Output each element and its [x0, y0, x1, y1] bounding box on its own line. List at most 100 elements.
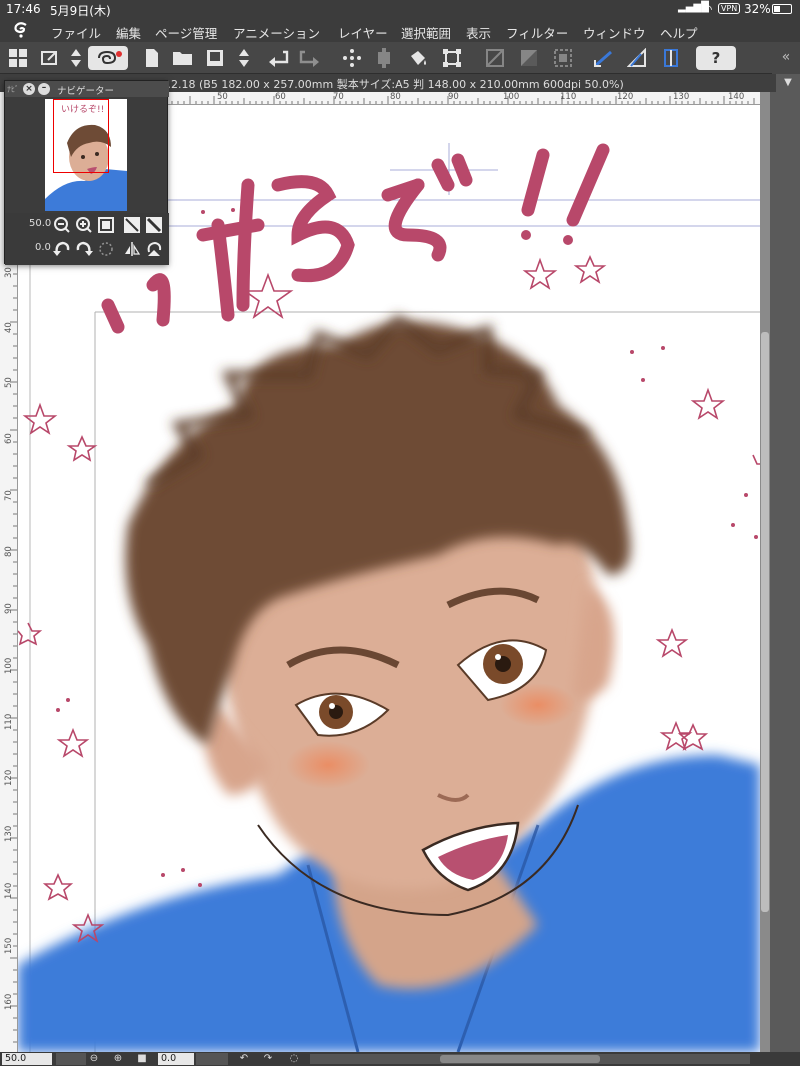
ruler-label: 120: [4, 769, 14, 786]
ruler-label: 140: [4, 882, 14, 899]
navigator-controls: 50.0 0.0: [5, 213, 169, 265]
flip-vertical-icon[interactable]: [145, 240, 163, 258]
ruler-label: 90: [448, 92, 459, 102]
horizontal-scroll-thumb[interactable]: [440, 1055, 600, 1063]
rotate-left-icon[interactable]: ↶: [238, 1053, 250, 1065]
menu-layer[interactable]: レイヤー: [338, 23, 388, 42]
menu-view[interactable]: 表示: [466, 23, 491, 42]
reset-rotation-icon[interactable]: [97, 240, 115, 258]
tab-dropdown-icon[interactable]: ▼: [776, 74, 800, 92]
actual-size-icon[interactable]: [145, 216, 163, 234]
close-icon[interactable]: ×: [23, 83, 35, 95]
ruler-label: 60: [275, 92, 286, 102]
menu-bar: ファイル 編集 ページ管理 アニメーション レイヤー 選択範囲 表示 フィルター…: [0, 18, 800, 42]
navigator-header[interactable]: ﾅﾋﾞ × – ナビゲーター: [5, 81, 169, 97]
ruler-label: 160: [4, 993, 14, 1010]
status-time: 17:46: [6, 2, 41, 16]
transform-icon[interactable]: [340, 46, 364, 70]
undo-icon[interactable]: [266, 46, 290, 70]
zoom-in-icon[interactable]: ⊕: [112, 1053, 124, 1065]
mesh-icon[interactable]: [372, 46, 396, 70]
rotate-right-icon[interactable]: ↷: [262, 1053, 274, 1065]
battery-level: 32%: [744, 2, 771, 16]
redo-icon[interactable]: [298, 46, 322, 70]
open-folder-icon[interactable]: [172, 46, 194, 70]
ruler-label: 140: [728, 92, 745, 102]
ruler-label: 80: [4, 546, 14, 557]
zoom-slider[interactable]: [56, 1053, 86, 1065]
ruler-label: 110: [560, 92, 577, 102]
menu-edit[interactable]: 編集: [116, 23, 141, 42]
app-logo-icon[interactable]: [12, 21, 32, 39]
zoom-in-icon[interactable]: [75, 216, 93, 234]
ruler-label: 110: [4, 713, 14, 730]
ruler-label: 50: [4, 377, 14, 388]
zoom-out-icon[interactable]: ⊖: [88, 1053, 100, 1065]
ruler-snap-icon[interactable]: [592, 46, 614, 70]
battery-icon: [772, 4, 792, 14]
bottom-zoom-field[interactable]: 50.0: [2, 1053, 52, 1065]
menu-selection[interactable]: 選択範囲: [401, 23, 451, 42]
new-file-icon[interactable]: [142, 46, 162, 70]
navigator-panel: ﾅﾋﾞ × – ナビゲーター いけるぞ!! 50.0 0.0: [4, 80, 169, 265]
fit-width-icon[interactable]: [123, 216, 141, 234]
menu-help[interactable]: ヘルプ: [660, 23, 698, 42]
free-transform-icon[interactable]: [440, 46, 464, 70]
grid-menu-icon[interactable]: [6, 46, 30, 70]
grid-snap-icon[interactable]: [660, 46, 682, 70]
angle-slider[interactable]: [196, 1053, 228, 1065]
special-ruler-snap-icon[interactable]: [626, 46, 648, 70]
up-down-arrows-icon[interactable]: [68, 46, 84, 70]
fill-icon[interactable]: [406, 46, 430, 70]
ruler-label: 70: [333, 92, 344, 102]
ruler-label: 120: [617, 92, 634, 102]
minimize-icon[interactable]: –: [38, 83, 50, 95]
vertical-scrollbar[interactable]: [760, 92, 800, 1054]
ruler-label: 150: [4, 937, 14, 954]
flip-horizontal-icon[interactable]: [123, 240, 141, 258]
ios-status-bar: 17:46 5月9日(木) ▂▄▆█ ◠ VPN 32%: [0, 0, 800, 18]
ruler-label: 30: [4, 267, 14, 278]
ruler-label: 80: [390, 92, 401, 102]
clear-selection-icon[interactable]: [484, 46, 506, 70]
navigator-title: ナビゲーター: [57, 86, 115, 97]
bottom-status-bar: 50.0 ⊖ ⊕ ■ 0.0 ↶ ↷ ◌: [0, 1052, 800, 1066]
menu-window[interactable]: ウィンドウ: [583, 23, 646, 42]
scroll-thumb[interactable]: [761, 332, 769, 912]
ruler-label: 100: [4, 657, 14, 674]
help-button[interactable]: ?: [696, 46, 736, 70]
zoom-out-icon[interactable]: [53, 216, 71, 234]
menu-animation[interactable]: アニメーション: [233, 23, 320, 42]
selection-border-icon[interactable]: [552, 46, 574, 70]
ruler-label: 60: [4, 433, 14, 444]
menu-file[interactable]: ファイル: [51, 23, 101, 42]
vpn-badge: VPN: [718, 3, 741, 14]
rotation-value[interactable]: 0.0: [35, 242, 51, 253]
cloud-sync-button[interactable]: [88, 46, 128, 70]
rotate-right-icon[interactable]: [75, 240, 93, 258]
zoom-value[interactable]: 50.0: [29, 218, 51, 229]
invert-selection-icon[interactable]: [518, 46, 540, 70]
fit-view-icon[interactable]: [97, 216, 115, 234]
navigator-view-frame[interactable]: [53, 99, 109, 173]
ruler-label: 130: [4, 825, 14, 842]
command-bar: ?: [0, 42, 800, 74]
ruler-label: 40: [4, 322, 14, 333]
scroll-track[interactable]: [760, 92, 770, 1054]
menu-filter[interactable]: フィルター: [506, 23, 568, 42]
horizontal-scrollbar[interactable]: [310, 1054, 750, 1064]
fit-view-icon[interactable]: ■: [136, 1053, 148, 1065]
ruler-label: 130: [673, 92, 690, 102]
save-icon[interactable]: [204, 46, 226, 70]
document-tab-title[interactable]: …2.18 (B5 182.00 x 257.00mm 製本サイズ:A5 判 1…: [160, 76, 624, 92]
help-icon: ?: [711, 49, 721, 67]
bottom-angle-field[interactable]: 0.0: [158, 1053, 194, 1065]
right-panel-toggle-icon[interactable]: «: [772, 42, 800, 74]
page-up-down-icon[interactable]: [236, 46, 252, 70]
status-date: 5月9日(木): [50, 4, 111, 18]
share-icon[interactable]: [38, 46, 62, 70]
menu-page[interactable]: ページ管理: [155, 23, 217, 42]
ruler-label: 50: [217, 92, 228, 102]
reset-rotation-icon[interactable]: ◌: [288, 1053, 300, 1065]
rotate-left-icon[interactable]: [53, 240, 71, 258]
